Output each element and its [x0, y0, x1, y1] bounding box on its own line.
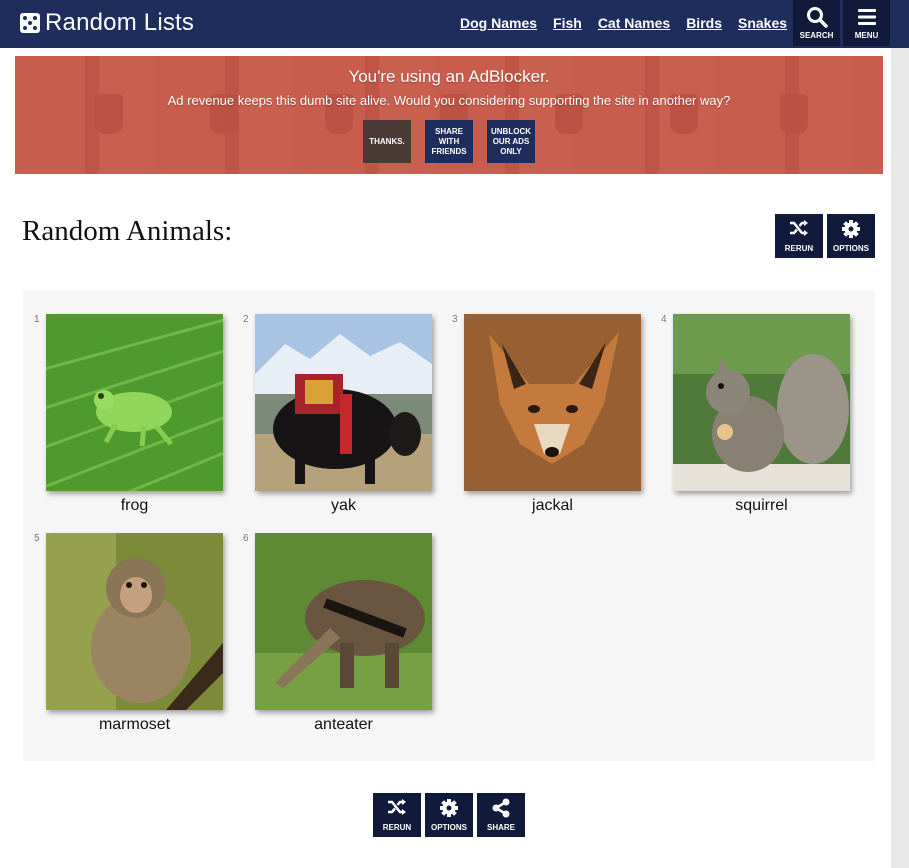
yak-image	[255, 314, 432, 491]
page-title: Random Animals:	[22, 215, 233, 247]
anteater-image	[255, 533, 432, 710]
item-number: 1	[34, 314, 40, 325]
list-item[interactable]: 6 anteater	[243, 533, 433, 743]
search-button[interactable]: SEARCH	[793, 0, 840, 46]
rerun-label: RERUN	[382, 823, 412, 832]
item-name: marmoset	[98, 716, 171, 733]
item-name: jackal	[532, 497, 573, 514]
share-label: SHARE	[486, 823, 515, 832]
adblocker-subtitle: Ad revenue keeps this dumb site alive. W…	[167, 93, 731, 108]
results-panel: 1 frog 2 yak 3 jackal 4 squirrel 5 marmo…	[23, 290, 875, 761]
item-number: 6	[243, 533, 249, 544]
list-item[interactable]: 2 yak	[243, 314, 433, 524]
dice-icon	[20, 13, 40, 33]
share-icon	[492, 798, 510, 818]
adblocker-title: You're using an AdBlocker.	[348, 67, 550, 86]
item-name: frog	[120, 497, 149, 514]
shuffle-icon	[790, 220, 808, 236]
item-name: yak	[331, 497, 356, 514]
search-icon	[807, 7, 828, 28]
nav-link-fish[interactable]: Fish	[553, 15, 582, 31]
page-right-gutter	[891, 48, 909, 868]
share-button-bottom[interactable]: SHARE	[477, 793, 525, 837]
rerun-button-bottom[interactable]: RERUN	[373, 793, 421, 837]
options-label: OPTIONS	[832, 244, 869, 253]
options-button-top[interactable]: OPTIONS	[827, 214, 875, 258]
menu-label: MENU	[854, 31, 879, 40]
search-label: SEARCH	[799, 31, 834, 40]
gear-icon	[842, 220, 860, 238]
item-name: squirrel	[735, 497, 788, 514]
list-item[interactable]: 4 squirrel	[661, 314, 851, 524]
adblocker-banner: You're using an AdBlocker. Ad revenue ke…	[15, 56, 883, 174]
site-title: Random Lists	[45, 9, 195, 36]
item-name: anteater	[314, 716, 373, 733]
item-number: 3	[452, 314, 458, 325]
top-header: Random Lists Dog Names Fish Cat Names Bi…	[0, 0, 909, 48]
nav-link-birds[interactable]: Birds	[686, 15, 722, 31]
site-logo[interactable]: Random Lists	[20, 9, 194, 37]
share-with-friends-button[interactable]: SHARE WITH FRIENDS	[425, 120, 473, 163]
nav-link-snakes[interactable]: Snakes	[738, 15, 787, 31]
nav-link-cat-names[interactable]: Cat Names	[598, 15, 670, 31]
marmoset-image	[46, 533, 223, 710]
rerun-label: RERUN	[784, 244, 814, 253]
thanks-button[interactable]: THANKS.	[363, 120, 411, 163]
nav-link-dog-names[interactable]: Dog Names	[460, 15, 537, 31]
list-item[interactable]: 3 jackal	[452, 314, 642, 524]
squirrel-image	[673, 314, 850, 491]
frog-image	[46, 314, 223, 491]
options-label: OPTIONS	[430, 823, 467, 832]
gear-icon	[440, 799, 458, 817]
list-item[interactable]: 5 marmoset	[34, 533, 224, 743]
jackal-image	[464, 314, 641, 491]
item-number: 2	[243, 314, 249, 325]
shuffle-icon	[388, 799, 406, 815]
options-button-bottom[interactable]: OPTIONS	[425, 793, 473, 837]
list-item[interactable]: 1 frog	[34, 314, 224, 524]
item-number: 5	[34, 533, 40, 544]
hamburger-icon	[858, 9, 876, 25]
item-number: 4	[661, 314, 667, 325]
menu-button[interactable]: MENU	[843, 0, 890, 46]
unblock-ads-button[interactable]: UNBLOCK OUR ADS ONLY	[487, 120, 535, 163]
rerun-button-top[interactable]: RERUN	[775, 214, 823, 258]
top-nav: Dog Names Fish Cat Names Birds Snakes	[460, 15, 787, 31]
